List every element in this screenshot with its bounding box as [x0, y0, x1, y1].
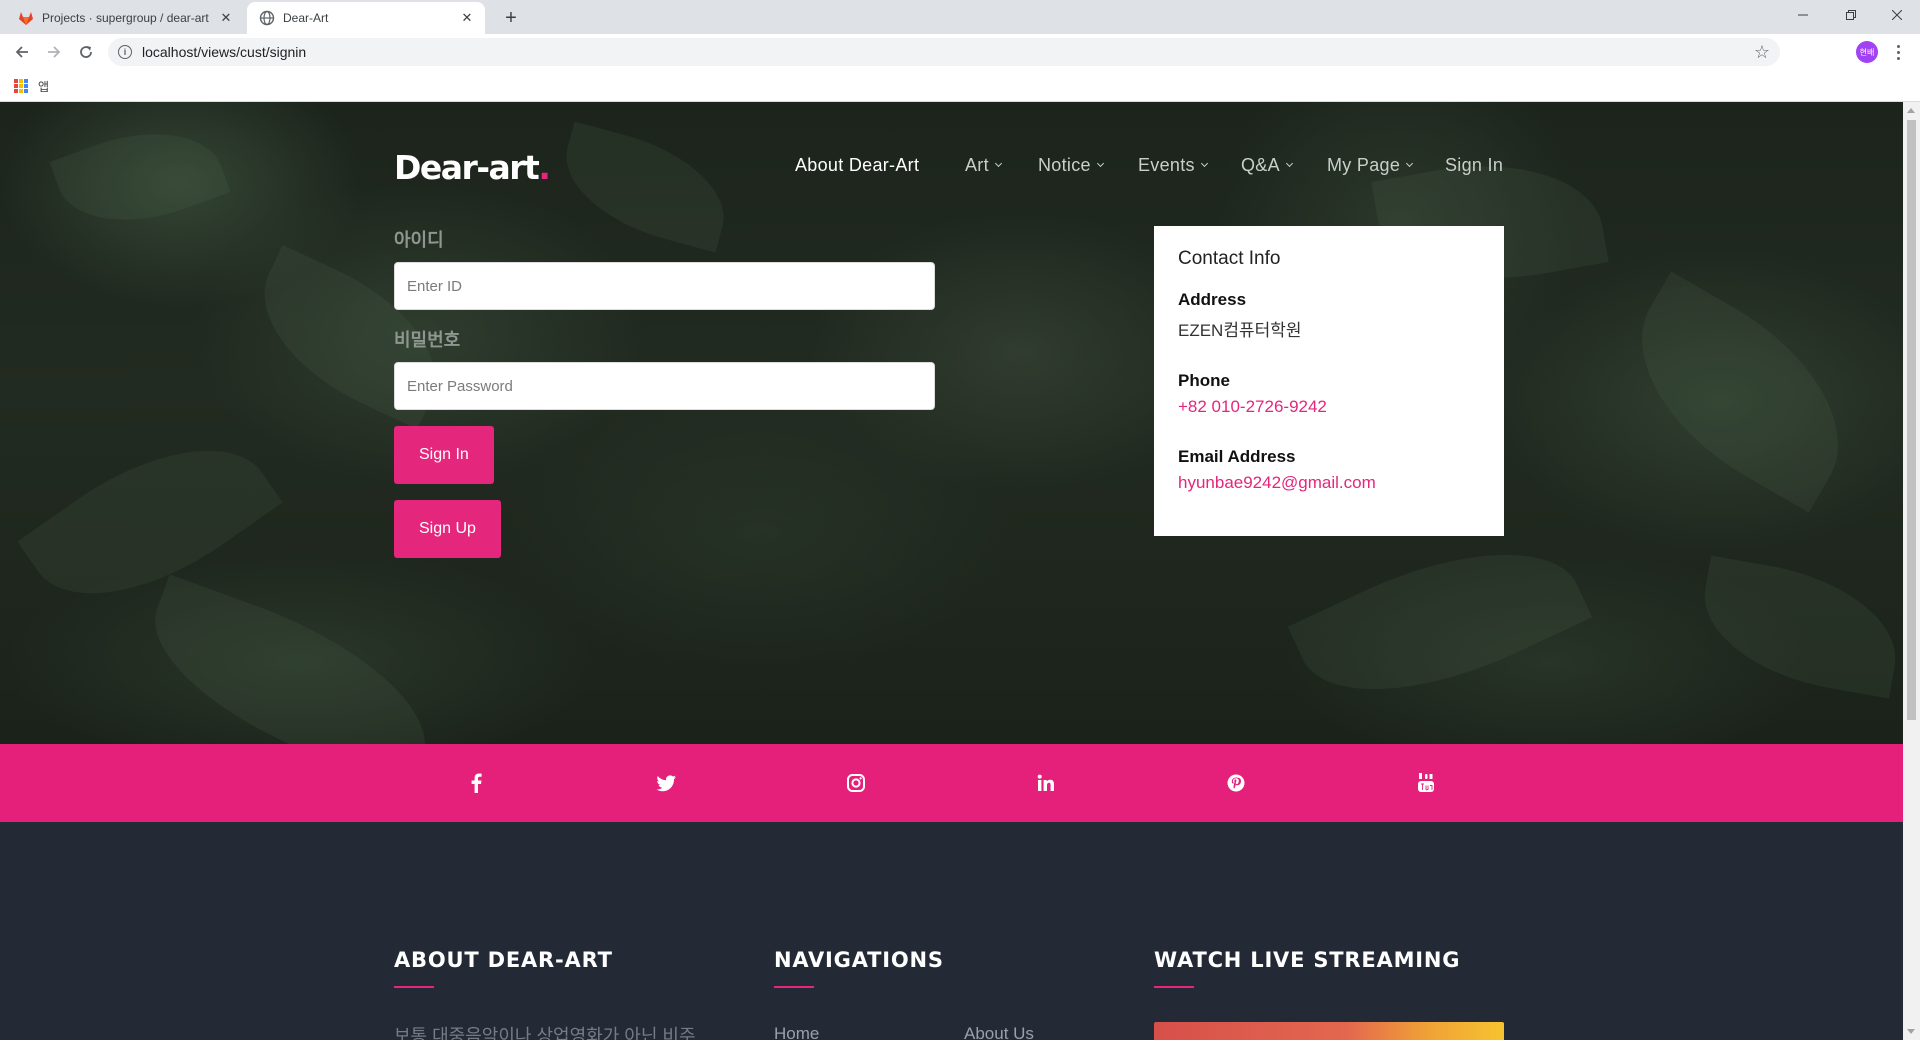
- footer-link-home[interactable]: Home: [774, 1024, 819, 1040]
- tab-projects[interactable]: Projects · supergroup / dear-art ✕: [8, 2, 244, 34]
- page-viewport: Dear-art. About Dear-Art Art Notice Even…: [0, 102, 1903, 1040]
- site-info-icon[interactable]: i: [118, 45, 132, 59]
- streaming-heading: WATCH LIVE STREAMING: [1154, 948, 1461, 972]
- chevron-down-icon: [1200, 159, 1208, 167]
- browser-toolbar: i localhost/views/cust/signin ☆: [0, 34, 1920, 70]
- reload-icon[interactable]: [72, 38, 100, 66]
- youtube-icon[interactable]: [1409, 766, 1443, 800]
- linkedin-icon[interactable]: [1029, 766, 1063, 800]
- address-label: Address: [1178, 290, 1247, 309]
- chevron-down-icon: [1406, 159, 1414, 167]
- minimize-icon[interactable]: [1780, 0, 1826, 30]
- nav-qna[interactable]: Q&A: [1241, 152, 1293, 178]
- site-logo[interactable]: Dear-art.: [394, 148, 551, 187]
- close-tab-icon[interactable]: ✕: [459, 10, 475, 26]
- bookmark-star-icon[interactable]: ☆: [1754, 42, 1770, 63]
- chevron-down-icon: [1285, 159, 1293, 167]
- password-label: 비밀번호: [394, 330, 461, 350]
- browser-menu-icon[interactable]: [1890, 40, 1906, 64]
- scroll-up-arrow-icon[interactable]: [1907, 108, 1915, 113]
- footer: ABOUT DEAR-ART 보통 대중음악이나 상업영화가 아닌 비주 NAV…: [0, 822, 1903, 1040]
- scroll-down-arrow-icon[interactable]: [1907, 1029, 1915, 1034]
- facebook-icon[interactable]: [459, 766, 493, 800]
- page-scrollbar[interactable]: [1903, 102, 1920, 1040]
- about-heading: ABOUT DEAR-ART: [394, 948, 613, 972]
- phone-label: Phone: [1178, 371, 1230, 390]
- new-tab-button[interactable]: +: [497, 4, 525, 32]
- chevron-down-icon: [994, 159, 1002, 167]
- about-text: 보통 대중음악이나 상업영화가 아닌 비주: [394, 1026, 696, 1040]
- nav-notice[interactable]: Notice: [1038, 152, 1104, 178]
- nav-events[interactable]: Events: [1138, 152, 1208, 178]
- apps-label[interactable]: 앱: [38, 78, 49, 95]
- restore-icon[interactable]: [1828, 0, 1874, 30]
- chevron-down-icon: [1096, 159, 1104, 167]
- heading-underline: [394, 986, 434, 988]
- tab-title: Dear-Art: [283, 11, 329, 25]
- browser-tab-strip: Projects · supergroup / dear-art ✕ Dear-…: [0, 0, 1920, 34]
- signin-button[interactable]: Sign In: [394, 426, 494, 484]
- heading-underline: [1154, 986, 1194, 988]
- address-bar[interactable]: i localhost/views/cust/signin ☆: [108, 38, 1780, 66]
- navigations-heading: NAVIGATIONS: [774, 948, 944, 972]
- bookmarks-bar: 앱: [0, 70, 1920, 102]
- id-input[interactable]: [394, 262, 935, 310]
- id-label: 아이디: [394, 230, 444, 250]
- live-stream-thumbnail[interactable]: [1154, 1022, 1504, 1040]
- signup-button[interactable]: Sign Up: [394, 500, 501, 558]
- email-label: Email Address: [1178, 447, 1296, 466]
- back-arrow-icon[interactable]: [8, 38, 36, 66]
- globe-icon: [259, 10, 275, 26]
- heading-underline: [774, 986, 814, 988]
- close-tab-icon[interactable]: ✕: [218, 10, 234, 26]
- contact-info-card: Contact Info Address EZEN컴퓨터학원 Phone +82…: [1154, 226, 1504, 536]
- twitter-icon[interactable]: [649, 766, 683, 800]
- password-input[interactable]: [394, 362, 935, 410]
- nav-mypage[interactable]: My Page: [1327, 152, 1414, 178]
- tab-title: Projects · supergroup / dear-art: [42, 11, 209, 25]
- url-text: localhost/views/cust/signin: [142, 44, 307, 60]
- hero-section: Dear-art. About Dear-Art Art Notice Even…: [0, 102, 1903, 744]
- tab-dear-art[interactable]: Dear-Art ✕: [247, 2, 485, 34]
- scrollbar-thumb[interactable]: [1907, 120, 1916, 720]
- footer-link-about-us[interactable]: About Us: [964, 1024, 1034, 1040]
- address-value: EZEN컴퓨터학원: [1178, 321, 1302, 340]
- contact-title: Contact Info: [1178, 248, 1281, 269]
- forward-arrow-icon[interactable]: [40, 38, 68, 66]
- email-link[interactable]: hyunbae9242@gmail.com: [1178, 473, 1480, 493]
- close-window-icon[interactable]: [1874, 0, 1920, 30]
- gitlab-icon: [19, 12, 33, 25]
- nav-about[interactable]: About Dear-Art: [795, 152, 919, 178]
- pinterest-icon[interactable]: [1219, 766, 1253, 800]
- phone-link[interactable]: +82 010-2726-9242: [1178, 397, 1480, 417]
- profile-avatar[interactable]: 현배: [1856, 41, 1878, 63]
- instagram-icon[interactable]: [839, 766, 873, 800]
- nav-signin[interactable]: Sign In: [1445, 152, 1503, 178]
- apps-grid-icon[interactable]: [14, 79, 28, 93]
- nav-art[interactable]: Art: [965, 152, 1002, 178]
- social-bar: [0, 744, 1903, 822]
